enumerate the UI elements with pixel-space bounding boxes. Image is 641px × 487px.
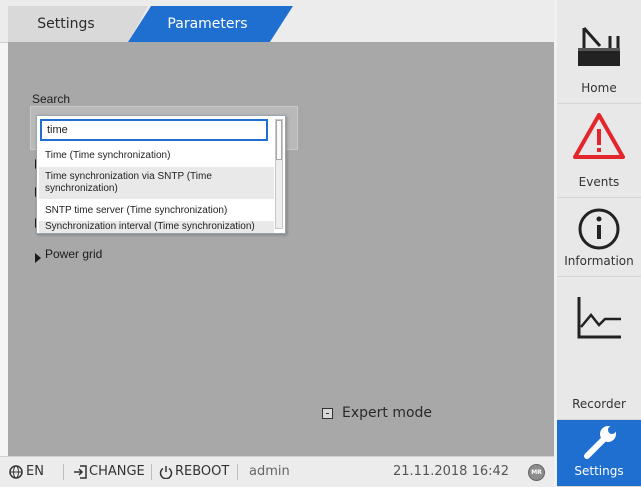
- language-button[interactable]: EN: [26, 457, 44, 487]
- search-dropdown: Time (Time synchronization) Time synchro…: [36, 115, 286, 234]
- nav-events-label: Events: [578, 175, 620, 189]
- main-navigation: Home Events Information Recorder Setting…: [554, 0, 641, 487]
- nav-settings[interactable]: Settings: [557, 420, 641, 487]
- nav-recorder-label: Recorder: [572, 397, 626, 411]
- separator: [237, 464, 238, 480]
- recorder-chart-icon: [577, 297, 621, 339]
- dropdown-option[interactable]: Time (Time synchronization): [39, 146, 274, 165]
- tab-settings[interactable]: Settings: [8, 6, 148, 42]
- tree-item-power-grid[interactable]: Power grid: [45, 247, 102, 261]
- dropdown-option[interactable]: SNTP time server (Time synchronization): [39, 201, 274, 220]
- status-bar: EN CHANGE REBOOT admin 21.11.2018 16:42 …: [0, 456, 554, 487]
- current-user: admin: [249, 464, 290, 479]
- nav-home[interactable]: Home: [557, 0, 641, 104]
- dropdown-option[interactable]: Time synchronization via SNTP (Time sync…: [39, 167, 274, 199]
- change-button[interactable]: CHANGE: [89, 457, 145, 487]
- reboot-button[interactable]: REBOOT: [175, 457, 229, 487]
- nav-recorder[interactable]: Recorder: [557, 277, 641, 420]
- tab-bar: Settings Parameters: [0, 0, 554, 43]
- tree-expand-icon[interactable]: [35, 253, 41, 263]
- tab-parameters[interactable]: Parameters: [128, 6, 293, 42]
- search-input[interactable]: [40, 119, 268, 141]
- datetime: 21.11.2018 16:42: [393, 464, 510, 479]
- dropdown-option[interactable]: Synchronization interval (Time synchroni…: [39, 221, 274, 233]
- wrench-icon: [584, 426, 616, 459]
- nav-information[interactable]: Information: [557, 198, 641, 277]
- warning-icon: [573, 113, 625, 159]
- globe-icon: [9, 465, 23, 479]
- parameters-panel: Search Power grid Expert mode: [8, 42, 554, 456]
- nav-information-label: Information: [564, 254, 634, 268]
- scrollbar-thumb[interactable]: [276, 120, 282, 160]
- separator: [63, 464, 64, 480]
- nav-settings-label: Settings: [574, 464, 624, 478]
- power-icon: [159, 466, 173, 479]
- expert-mode-checkbox[interactable]: [322, 408, 333, 419]
- nav-events[interactable]: Events: [557, 104, 641, 198]
- login-icon: [74, 465, 87, 479]
- home-transformer-icon: [578, 27, 620, 66]
- dropdown-scrollbar[interactable]: [275, 119, 283, 229]
- nav-home-label: Home: [581, 81, 617, 95]
- search-label: Search: [32, 92, 71, 106]
- info-icon: [578, 208, 620, 250]
- separator: [151, 464, 152, 480]
- expert-mode-label[interactable]: Expert mode: [342, 405, 432, 421]
- mr-logo: MR: [528, 464, 545, 481]
